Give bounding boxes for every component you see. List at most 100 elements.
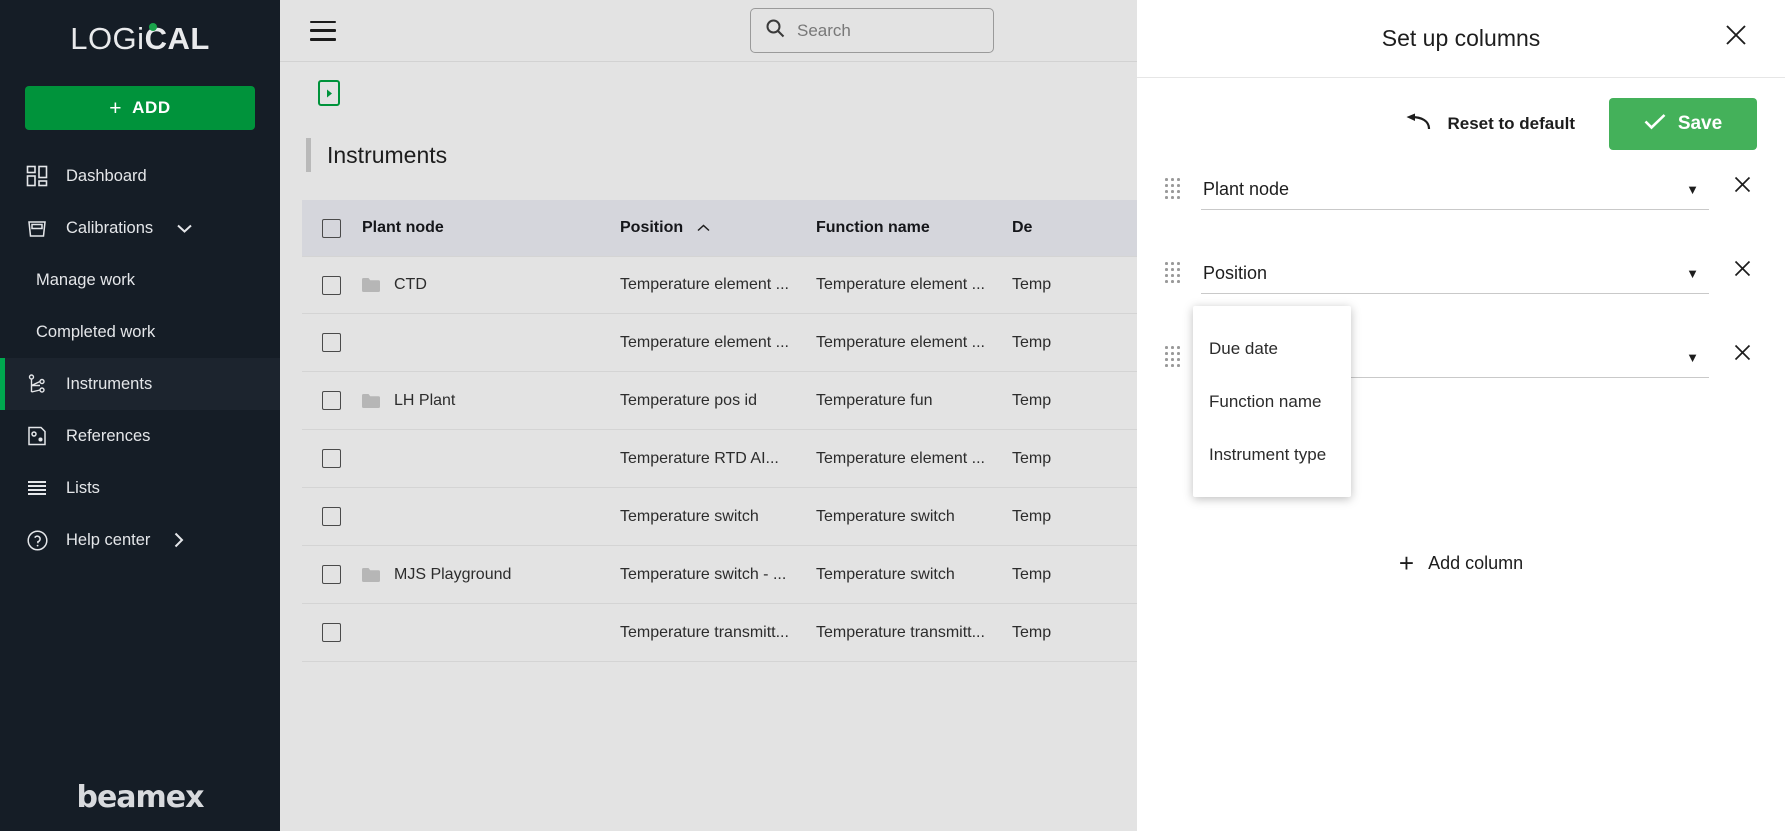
sidebar-item-calibrations[interactable]: Calibrations: [0, 202, 280, 254]
cell-plant-node: [362, 452, 620, 466]
cell-plant-node: [362, 336, 620, 350]
column-row: Plant node ▼: [1165, 170, 1757, 254]
cell-text: LH Plant: [394, 391, 456, 409]
add-button[interactable]: + ADD: [25, 86, 255, 130]
cell-function-name: Temperature transmitt...: [816, 623, 985, 641]
row-select-cell: [302, 623, 362, 642]
row-checkbox[interactable]: [322, 275, 341, 295]
add-column-button[interactable]: + Add column: [1165, 550, 1757, 576]
cell-position: Temperature pos id: [620, 391, 757, 409]
remove-column-button[interactable]: [1727, 344, 1757, 361]
check-icon: [1644, 113, 1666, 136]
sidebar-item-manage-work[interactable]: Manage work: [0, 254, 280, 306]
search-placeholder: Search: [797, 20, 851, 40]
column-header-label: Position: [620, 219, 684, 236]
reset-button-label: Reset to default: [1447, 114, 1575, 133]
plus-icon: +: [109, 96, 123, 120]
column-header-plant-node[interactable]: Plant node: [362, 219, 620, 237]
lists-icon: [24, 475, 50, 501]
folder-placeholder: [362, 452, 380, 466]
panel-title: Set up columns: [1381, 25, 1541, 51]
cell-function-name: Temperature switch: [816, 565, 955, 583]
remove-column-button[interactable]: [1727, 260, 1757, 277]
select-all-cell: [302, 218, 362, 238]
sidebar-item-help-center[interactable]: Help center: [0, 514, 280, 566]
chevron-down-icon: ▼: [1686, 266, 1699, 281]
panel-header: Set up columns: [1137, 0, 1785, 78]
page-title: Instruments: [327, 141, 448, 168]
hamburger-icon[interactable]: [310, 20, 336, 41]
search-input[interactable]: Search: [750, 8, 994, 53]
column-options-dropdown: Due date Function name Instrument type: [1193, 306, 1351, 497]
column-header-label: Function name: [816, 219, 930, 236]
folder-icon: [362, 393, 380, 408]
cell-function-name: Temperature element ...: [816, 333, 985, 351]
sort-asc-icon: [697, 219, 710, 237]
sidebar-item-instruments[interactable]: Instruments: [0, 358, 280, 410]
remove-column-button[interactable]: [1727, 176, 1757, 193]
chevron-right-icon: [174, 532, 184, 548]
add-button-label: ADD: [132, 98, 171, 117]
search-icon: [765, 18, 785, 43]
cell-function-name: Temperature element ...: [816, 276, 985, 293]
row-checkbox[interactable]: [322, 391, 341, 410]
cell-de: Temp: [1012, 565, 1052, 583]
sidebar-item-dashboard[interactable]: Dashboard: [0, 150, 280, 202]
column-select-value: Plant node: [1203, 179, 1290, 199]
column-select-value: Position: [1203, 263, 1268, 283]
folder-placeholder: [362, 336, 380, 350]
column-list: Plant node ▼ Position ▼ ▼ Due date Funct…: [1137, 170, 1785, 576]
sidebar-item-label: Manage work: [36, 270, 136, 289]
folder-placeholder: [362, 626, 380, 640]
cell-de: Temp: [1012, 276, 1052, 293]
folder-icon: [362, 567, 380, 582]
column-select[interactable]: Plant node ▼: [1201, 170, 1709, 210]
cell-de: Temp: [1012, 507, 1052, 525]
close-icon[interactable]: [1721, 20, 1751, 50]
cell-function-name: Temperature fun: [816, 391, 933, 409]
chevron-down-icon: ▼: [1686, 350, 1699, 365]
column-header-de[interactable]: De: [1012, 219, 1132, 237]
instruments-icon: [24, 371, 50, 397]
row-checkbox[interactable]: [322, 449, 341, 468]
dropdown-option[interactable]: Function name: [1193, 375, 1351, 428]
drag-handle-icon[interactable]: [1165, 346, 1183, 368]
cell-de: Temp: [1012, 449, 1052, 467]
cell-text: CTD: [394, 276, 427, 293]
chevron-down-icon: [177, 224, 192, 233]
panel-actions: Reset to default Save: [1137, 78, 1785, 170]
drag-handle-icon[interactable]: [1165, 178, 1183, 200]
sidebar-item-references[interactable]: References: [0, 410, 280, 462]
sidebar: LOGiCAL + ADD Dashboard Calibrations Man…: [0, 0, 280, 831]
cell-position: Temperature transmitt...: [620, 623, 789, 641]
sidebar-item-label: Dashboard: [66, 166, 147, 185]
logo-part-1: LOG: [70, 21, 138, 56]
row-select-cell: [302, 449, 362, 468]
calibrations-icon: [24, 215, 50, 241]
row-checkbox[interactable]: [322, 623, 341, 642]
sidebar-item-label: References: [66, 426, 151, 445]
reset-to-default-button[interactable]: Reset to default: [1405, 113, 1575, 136]
sidebar-item-completed-work[interactable]: Completed work: [0, 306, 280, 358]
column-header-label: De: [1012, 219, 1033, 236]
drag-handle-icon[interactable]: [1165, 262, 1183, 284]
column-select[interactable]: Position ▼: [1201, 254, 1709, 294]
select-all-checkbox[interactable]: [322, 218, 341, 238]
dropdown-option[interactable]: Instrument type: [1193, 428, 1351, 481]
row-checkbox[interactable]: [322, 565, 341, 584]
row-select-cell: [302, 391, 362, 410]
cell-plant-node: MJS Playground: [362, 566, 620, 584]
column-header-position[interactable]: Position: [620, 219, 816, 237]
save-button[interactable]: Save: [1609, 98, 1757, 150]
row-checkbox[interactable]: [322, 333, 341, 352]
panel-expand-icon[interactable]: [318, 80, 340, 106]
row-checkbox[interactable]: [322, 507, 341, 526]
add-column-label: Add column: [1428, 552, 1524, 573]
cell-text: MJS Playground: [394, 565, 512, 583]
sidebar-item-lists[interactable]: Lists: [0, 462, 280, 514]
dropdown-option[interactable]: Due date: [1193, 322, 1351, 375]
cell-plant-node: [362, 626, 620, 640]
column-header-label: Plant node: [362, 219, 444, 236]
column-header-function-name[interactable]: Function name: [816, 219, 1012, 237]
references-icon: [24, 423, 50, 449]
